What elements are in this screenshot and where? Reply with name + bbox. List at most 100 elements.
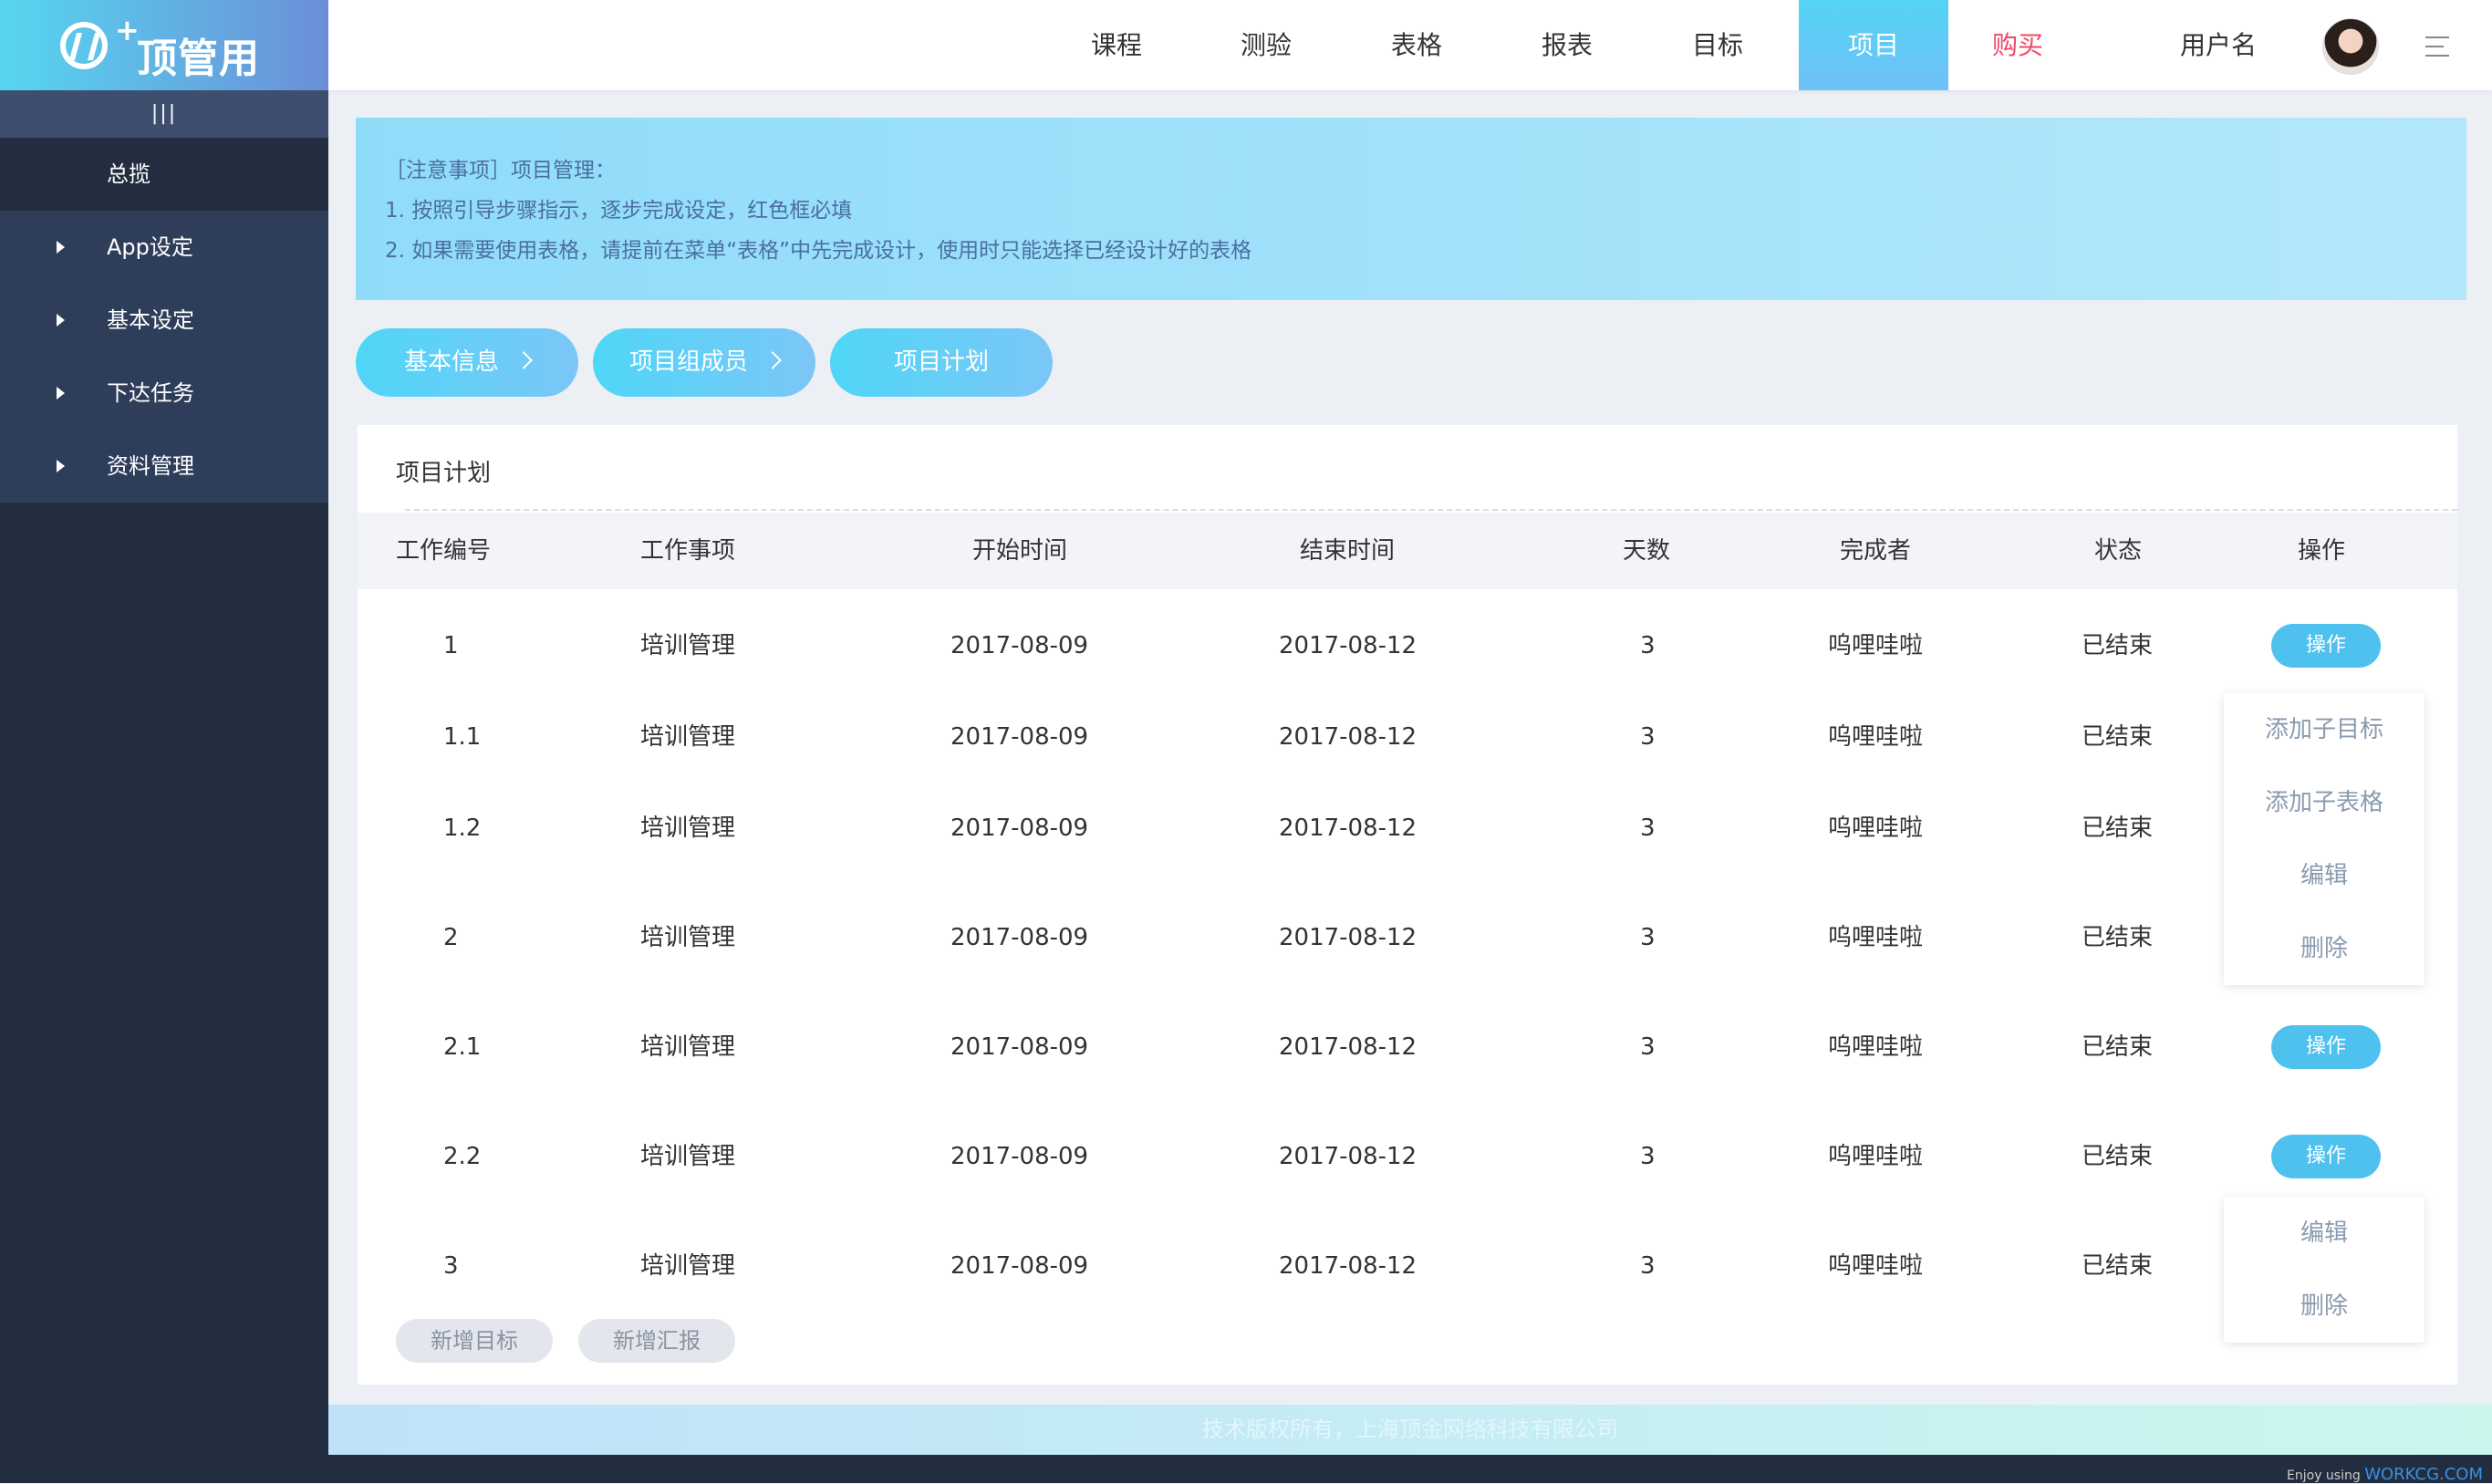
cell-task: 培训管理 — [640, 924, 736, 951]
column-header: 工作事项 — [640, 537, 736, 565]
operation-button[interactable]: 操作 — [2271, 1025, 2381, 1069]
cell-status: 已结束 — [2082, 1033, 2154, 1061]
nav-projects[interactable]: 项目 — [1799, 0, 1948, 90]
nav-quiz[interactable]: 测验 — [1191, 0, 1341, 90]
table-row: 2.1 培训管理 2017-08-09 2017-08-12 3 呜哩哇啦 已结… — [358, 1001, 2457, 1093]
cell-owner: 呜哩哇啦 — [1828, 1252, 1924, 1280]
cell-task: 培训管理 — [640, 1252, 736, 1280]
logo-text: 顶管用 — [137, 36, 260, 82]
step-members-button[interactable]: 项目组成员 — [593, 328, 815, 397]
username[interactable]: 用户名 — [2180, 0, 2257, 90]
operation-button[interactable]: 操作 — [2271, 1135, 2381, 1178]
cell-end: 2017-08-12 — [1279, 1033, 1417, 1061]
sidebar-item-overview[interactable]: 总揽 — [0, 138, 328, 211]
cell-days: 3 — [1640, 1033, 1656, 1061]
sidebar-item-assign-task[interactable]: 下达任务 — [0, 357, 328, 430]
cell-status: 已结束 — [2082, 924, 2154, 951]
add-report-button[interactable]: 新增汇报 — [578, 1319, 735, 1363]
footer: 技术版权所有，上海顶金网络科技有限公司 — [328, 1405, 2492, 1455]
avatar[interactable] — [2322, 18, 2379, 75]
add-sub-goal-menu-item[interactable]: 添加子目标 — [2224, 693, 2425, 766]
chevron-right-icon — [514, 351, 533, 369]
nav-reports[interactable]: 报表 — [1492, 0, 1642, 90]
nav-course[interactable]: 课程 — [1042, 0, 1191, 90]
caret-right-icon — [57, 387, 65, 400]
cell-end: 2017-08-12 — [1279, 1252, 1417, 1280]
step-plan-button[interactable]: 项目计划 — [830, 328, 1053, 397]
project-plan-panel: 项目计划 工作编号 工作事项 开始时间 结束时间 天数 完成者 状态 操作 1 … — [358, 425, 2457, 1385]
cell-id: 2 — [443, 924, 459, 951]
sidebar-item-basic-settings[interactable]: 基本设定 — [0, 284, 328, 357]
sidebar-collapse-button[interactable]: ||| — [0, 90, 328, 138]
brand-logo[interactable]: + 顶管用 — [0, 0, 328, 90]
top-navigation-bar: 课程 测验 表格 报表 目标 项目 购买 — [328, 0, 2492, 90]
cell-id: 2.2 — [443, 1143, 482, 1170]
cell-start: 2017-08-09 — [950, 1143, 1089, 1170]
cell-end: 2017-08-12 — [1279, 815, 1417, 842]
delete-menu-item[interactable]: 删除 — [2224, 1270, 2425, 1343]
cell-days: 3 — [1640, 632, 1656, 659]
table-header: 工作编号 工作事项 开始时间 结束时间 天数 完成者 状态 操作 — [358, 513, 2457, 589]
caret-right-icon — [57, 460, 65, 472]
cell-id: 3 — [443, 1252, 459, 1280]
cell-days: 3 — [1640, 1252, 1656, 1280]
operation-dropdown: 添加子目标 添加子表格 编辑 删除 — [2224, 693, 2425, 985]
operation-dropdown: 编辑 删除 — [2224, 1197, 2425, 1343]
cell-id: 1.2 — [443, 815, 482, 842]
cell-start: 2017-08-09 — [950, 924, 1089, 951]
notice-title: ［注意事项］项目管理： — [385, 159, 616, 182]
sidebar-item-label: 资料管理 — [107, 453, 194, 479]
caret-right-icon — [57, 241, 65, 254]
nav-forms[interactable]: 表格 — [1342, 0, 1491, 90]
delete-menu-item[interactable]: 删除 — [2224, 912, 2425, 985]
cell-task: 培训管理 — [640, 1033, 736, 1061]
notice-line-2: 2. 如果需要使用表格，请提前在菜单“表格”中先完成设计，使用时只能选择已经设计… — [385, 239, 1252, 263]
edit-menu-item[interactable]: 编辑 — [2224, 1197, 2425, 1270]
step-label: 项目组成员 — [628, 348, 748, 376]
cell-start: 2017-08-09 — [950, 1033, 1089, 1061]
table-row: 2 培训管理 2017-08-09 2017-08-12 3 呜哩哇啦 已结束 — [358, 892, 2457, 983]
cell-task: 培训管理 — [640, 1143, 736, 1170]
step-basic-info-button[interactable]: 基本信息 — [356, 328, 578, 397]
credit-prefix: Enjoy using — [2287, 1468, 2361, 1483]
nav-buy[interactable]: 购买 — [1943, 0, 2092, 90]
cell-days: 3 — [1640, 924, 1656, 951]
edit-menu-item[interactable]: 编辑 — [2224, 839, 2425, 912]
table-row: 1.2 培训管理 2017-08-09 2017-08-12 3 呜哩哇啦 已结… — [358, 783, 2457, 874]
nav-goals[interactable]: 目标 — [1643, 0, 1792, 90]
add-goal-button[interactable]: 新增目标 — [396, 1319, 553, 1363]
panel-title: 项目计划 — [396, 460, 492, 487]
credit: Enjoy using WORKCG.COM — [2287, 1465, 2483, 1484]
sidebar-item-label: 下达任务 — [107, 380, 194, 406]
notice-box: ［注意事项］项目管理： 1. 按照引导步骤指示，逐步完成设定，红色框必填 2. … — [356, 118, 2466, 300]
caret-right-icon — [57, 314, 65, 327]
operation-button[interactable]: 操作 — [2271, 624, 2381, 668]
logo-icon — [60, 22, 108, 69]
column-header: 工作编号 — [396, 537, 492, 565]
cell-status: 已结束 — [2082, 815, 2154, 842]
menu-icon[interactable] — [2425, 36, 2449, 57]
cell-id: 1.1 — [443, 723, 482, 751]
table-row: 1 培训管理 2017-08-09 2017-08-12 3 呜哩哇啦 已结束 … — [358, 600, 2457, 691]
sidebar-item-data-management[interactable]: 资料管理 — [0, 430, 328, 503]
notice-line-1: 1. 按照引导步骤指示，逐步完成设定，红色框必填 — [385, 199, 853, 223]
cell-start: 2017-08-09 — [950, 632, 1089, 659]
column-header: 开始时间 — [972, 537, 1068, 565]
column-header: 结束时间 — [1300, 537, 1396, 565]
add-sub-form-menu-item[interactable]: 添加子表格 — [2224, 766, 2425, 839]
cell-start: 2017-08-09 — [950, 723, 1089, 751]
bottom-strip — [0, 1455, 2492, 1483]
sidebar-item-app-settings[interactable]: App设定 — [0, 211, 328, 284]
cell-task: 培训管理 — [640, 723, 736, 751]
cell-owner: 呜哩哇啦 — [1828, 1143, 1924, 1170]
step-label: 基本信息 — [403, 348, 499, 376]
cell-owner: 呜哩哇啦 — [1828, 1033, 1924, 1061]
cell-days: 3 — [1640, 723, 1656, 751]
cell-days: 3 — [1640, 1143, 1656, 1170]
divider — [405, 509, 2457, 511]
table-row: 3 培训管理 2017-08-09 2017-08-12 3 呜哩哇啦 已结束 — [358, 1220, 2457, 1312]
cell-end: 2017-08-12 — [1279, 632, 1417, 659]
cell-id: 1 — [443, 632, 459, 659]
table-row: 2.2 培训管理 2017-08-09 2017-08-12 3 呜哩哇啦 已结… — [358, 1111, 2457, 1202]
cell-task: 培训管理 — [640, 815, 736, 842]
